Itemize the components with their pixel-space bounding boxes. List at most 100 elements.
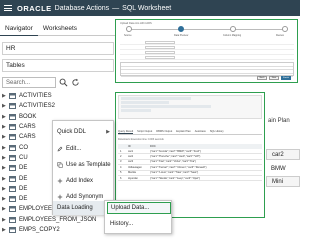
- menu-item-add-index[interactable]: Add Index: [53, 174, 113, 188]
- table-cell: car1: [128, 149, 134, 153]
- menu-item-label: Add Synonym: [66, 194, 104, 200]
- chevron-right-icon[interactable]: ▶: [2, 217, 8, 223]
- tree-item-table[interactable]: ▶ EMPLOYEES_FROM_JSON: [2, 215, 114, 225]
- tree-item-label: CARS: [19, 124, 36, 131]
- menu-item-label: Data Loading: [57, 205, 93, 211]
- chevron-right-icon[interactable]: ▶: [2, 176, 8, 182]
- result-cell: car2: [266, 149, 300, 160]
- chevron-right-icon[interactable]: ▶: [2, 206, 8, 212]
- wizard-step-dot: [126, 26, 132, 32]
- tab-worksheets[interactable]: Worksheets: [38, 22, 82, 36]
- table-icon: [9, 175, 16, 182]
- tree-item-label: CARS: [19, 134, 36, 141]
- refresh-icon[interactable]: [71, 78, 80, 87]
- table-icon: [9, 227, 16, 233]
- tree-item-label: EMPS_COPY2: [19, 227, 60, 233]
- chevron-right-icon[interactable]: ▶: [2, 93, 8, 99]
- oracle-logo: ORACLE: [17, 3, 52, 13]
- chevron-right-icon[interactable]: ▶: [2, 145, 8, 151]
- chevron-right-icon[interactable]: ▶: [2, 103, 8, 109]
- page-title: SQL Worksheet: [122, 4, 172, 12]
- tree-item-label: DE: [19, 175, 28, 182]
- menu-item-use-as-template[interactable]: Use as Template: [53, 158, 113, 172]
- table-cell: {"car1":"Skoda","car2":"Jeep","car3":"Op…: [150, 176, 200, 180]
- result-tab[interactable]: Explain Plan: [176, 130, 190, 133]
- result-tab[interactable]: SQL History: [210, 130, 224, 133]
- plus-icon: [57, 194, 63, 200]
- form-row: [120, 55, 294, 60]
- title-separator: —: [112, 4, 120, 12]
- table-cell: 3: [120, 160, 122, 164]
- hamburger-menu-icon[interactable]: [4, 5, 12, 11]
- chevron-right-icon[interactable]: ▶: [2, 134, 8, 140]
- table-icon: [9, 196, 16, 203]
- table-cell: 6: [120, 176, 122, 180]
- result-cell: BMW: [271, 165, 286, 172]
- table-icon: [9, 113, 16, 120]
- tree-item-table[interactable]: ▶ EMPS_COPY2: [2, 225, 114, 235]
- table-icon: [9, 154, 16, 161]
- tree-item-label: EMPLOYEES: [19, 206, 57, 213]
- back-button[interactable]: Back: [257, 76, 267, 80]
- pencil-icon: [57, 146, 63, 152]
- tree-item-label: EMPLOYEES_FROM_JSON: [19, 216, 97, 223]
- schema-select[interactable]: HR: [2, 42, 114, 55]
- menu-item-history[interactable]: History...: [107, 218, 171, 230]
- table-icon: [9, 93, 16, 100]
- menu-item-label: Quick DDL: [57, 129, 87, 135]
- chevron-right-icon[interactable]: ▶: [2, 165, 8, 171]
- table-icon: [9, 103, 16, 110]
- wizard-step-label: Source: [124, 34, 132, 37]
- chevron-right-icon[interactable]: ▶: [2, 114, 8, 120]
- wizard-steps: Source Data Preview Column Mapping Revie…: [124, 26, 288, 37]
- chevron-right-icon[interactable]: ▶: [2, 227, 8, 233]
- finish-button[interactable]: Finish: [281, 76, 291, 80]
- tree-item-label: CU: [19, 154, 28, 161]
- wizard-step-dot: [282, 26, 288, 32]
- tree-item-table[interactable]: ▶ ACTIVITIES2: [2, 101, 114, 111]
- navigator-tabs: Navigator Worksheets: [0, 22, 120, 36]
- next-button[interactable]: Next: [269, 76, 279, 80]
- result-tab[interactable]: DBMS Output: [156, 130, 172, 133]
- chevron-right-icon[interactable]: ▶: [2, 155, 8, 161]
- wizard-step-label: Review: [276, 34, 284, 37]
- column-header[interactable]: DOC: [150, 145, 262, 148]
- search-icon[interactable]: [59, 78, 68, 87]
- tree-item-label: BOOK: [19, 113, 37, 120]
- result-tab[interactable]: Autotrace: [195, 130, 206, 133]
- tree-item-label: CO: [19, 144, 28, 151]
- table-icon: [9, 216, 16, 223]
- menu-item-edit[interactable]: Edit...: [53, 142, 113, 156]
- menu-item-label: Add Index: [66, 178, 94, 184]
- table-cell: {"car1":"Porsche","car2":"Audi","car3":"…: [150, 155, 201, 159]
- table-row[interactable]: 6 Hyundai {"car1":"Skoda","car2":"Jeep","c…: [118, 176, 262, 182]
- chevron-right-icon[interactable]: ▶: [2, 124, 8, 130]
- table-cell: Mazda: [128, 171, 136, 175]
- sql-editor[interactable]: [118, 95, 262, 119]
- explain-plan-tab[interactable]: ain Plan: [268, 118, 290, 124]
- result-tab[interactable]: Query Result: [118, 130, 134, 134]
- tab-navigator[interactable]: Navigator: [0, 22, 38, 36]
- search-input[interactable]: Search...: [2, 77, 56, 88]
- app-title: Database Actions: [54, 4, 110, 12]
- table-cell: Hyundai: [128, 176, 138, 180]
- wizard-step-label: Column Mapping: [223, 34, 242, 37]
- table-cell: {"car1":"Honda","car2":"BMW","car3":"For…: [150, 149, 201, 153]
- menu-item-upload-data[interactable]: Upload Data...: [107, 202, 171, 214]
- table-icon: [9, 134, 16, 141]
- upload-data-dialog-preview: Upload Data into HR.CARS Source Data Pre…: [115, 19, 298, 83]
- top-bar: ORACLE Database Actions — SQL Worksheet: [0, 0, 300, 16]
- copy-icon: [57, 162, 63, 168]
- object-type-select[interactable]: Tables: [2, 59, 114, 72]
- chevron-right-icon[interactable]: ▶: [2, 196, 8, 202]
- result-tab[interactable]: Script Output: [137, 130, 152, 133]
- table-icon: [9, 185, 16, 192]
- chevron-right-icon[interactable]: ▶: [2, 186, 8, 192]
- result-toolbar: Download ▾ Execution time: 0.003 seconds: [118, 138, 164, 141]
- column-header[interactable]: ID: [128, 145, 150, 148]
- table-cell: 2: [120, 155, 122, 159]
- menu-item-label: Use as Template: [66, 162, 111, 168]
- menu-item-quick-ddl[interactable]: Quick DDL ▶: [53, 125, 113, 139]
- tree-item-table[interactable]: ▶ ACTIVITIES: [2, 91, 114, 101]
- table-cell: 4: [120, 165, 122, 169]
